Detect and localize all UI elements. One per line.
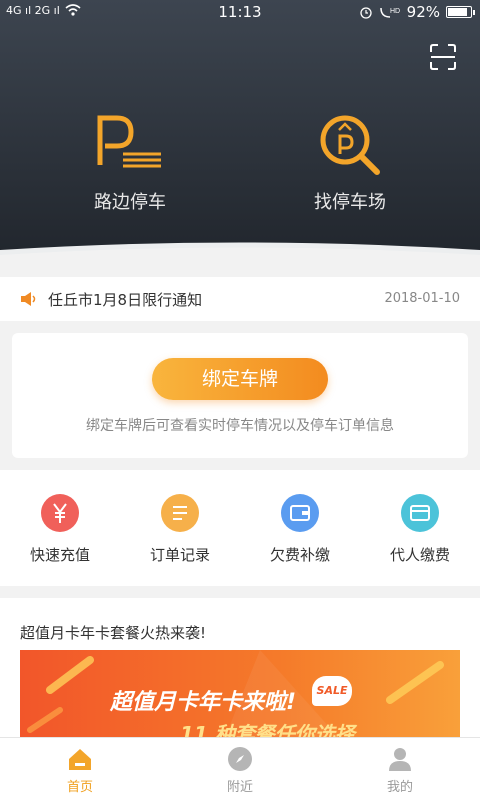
roadside-parking-entry[interactable]: 路边停车	[30, 110, 230, 214]
bind-plate-description: 绑定车牌后可查看实时停车情况以及停车订单信息	[86, 418, 394, 434]
bind-plate-button[interactable]: 绑定车牌	[152, 358, 328, 400]
arrears-payment[interactable]: 欠费补缴	[240, 470, 360, 586]
status-right: HD 92%	[359, 3, 475, 21]
roadside-parking-label: 路边停车	[94, 192, 166, 213]
notice-bar[interactable]: 任丘市1月8日限行通知 2018-01-10	[0, 277, 480, 321]
tab-home[interactable]: 首页	[0, 738, 160, 800]
promo-banner[interactable]: 超值月卡年卡来啦! SALE 11 种套餐任你选择	[20, 650, 460, 738]
order-records-label: 订单记录	[149, 546, 210, 564]
user-icon	[389, 748, 411, 771]
battery-percent: 92%	[406, 3, 440, 21]
tab-mine-label: 我的	[386, 780, 413, 795]
svg-text:HD: HD	[390, 8, 400, 15]
battery-icon	[446, 6, 475, 18]
order-records[interactable]: 订单记录	[120, 470, 240, 586]
tab-nearby[interactable]: 附近	[160, 738, 320, 800]
tab-home-label: 首页	[66, 780, 93, 795]
notice-date: 2018-01-10	[384, 291, 460, 306]
wallet-icon	[281, 494, 319, 532]
card-icon	[401, 494, 439, 532]
yen-icon	[41, 494, 79, 532]
promo-section: 超值月卡年卡套餐火热来袭! 超值月卡年卡来啦! SALE 11 种套餐任你选择	[0, 598, 480, 738]
banner-line-1: 超值月卡年卡来啦!	[110, 690, 297, 715]
bind-plate-card: 绑定车牌 绑定车牌后可查看实时停车情况以及停车订单信息	[12, 333, 468, 458]
compass-icon	[228, 747, 252, 771]
parking-p-icon	[97, 115, 161, 168]
find-parking-lot-label: 找停车场	[314, 192, 386, 213]
quick-actions: 快速充值 订单记录 欠费补缴 代人缴费	[0, 470, 480, 586]
tab-nearby-label: 附近	[226, 780, 253, 795]
pay-for-others-label: 代人缴费	[389, 546, 450, 564]
notice-text: 任丘市1月8日限行通知	[48, 291, 203, 309]
tab-mine[interactable]: 我的	[320, 738, 480, 800]
speaker-icon	[21, 292, 36, 306]
promo-title: 超值月卡年卡套餐火热来袭!	[20, 624, 207, 642]
find-parking-lot-entry[interactable]: 找停车场	[250, 110, 450, 214]
status-bar: 4G ıl 2G ıl 11:13 HD 92%	[0, 0, 480, 24]
tab-bar: 首页 附近 我的	[0, 737, 480, 800]
quick-recharge-label: 快速充值	[29, 546, 90, 564]
banner-line-2: 11 种套餐任你选择	[180, 722, 355, 738]
quick-recharge[interactable]: 快速充值	[0, 470, 120, 586]
sale-badge: SALE	[312, 676, 352, 706]
arrears-payment-label: 欠费补缴	[269, 546, 330, 564]
pay-for-others[interactable]: 代人缴费	[360, 470, 480, 586]
scan-icon[interactable]	[428, 42, 458, 72]
home-icon	[69, 749, 91, 770]
list-icon	[161, 494, 199, 532]
parking-search-icon	[320, 115, 380, 175]
hd-call-icon: HD	[379, 7, 400, 18]
alarm-icon	[360, 7, 372, 19]
header: 4G ıl 2G ıl 11:13 HD 92% 路边停车 找停车场	[0, 0, 480, 265]
